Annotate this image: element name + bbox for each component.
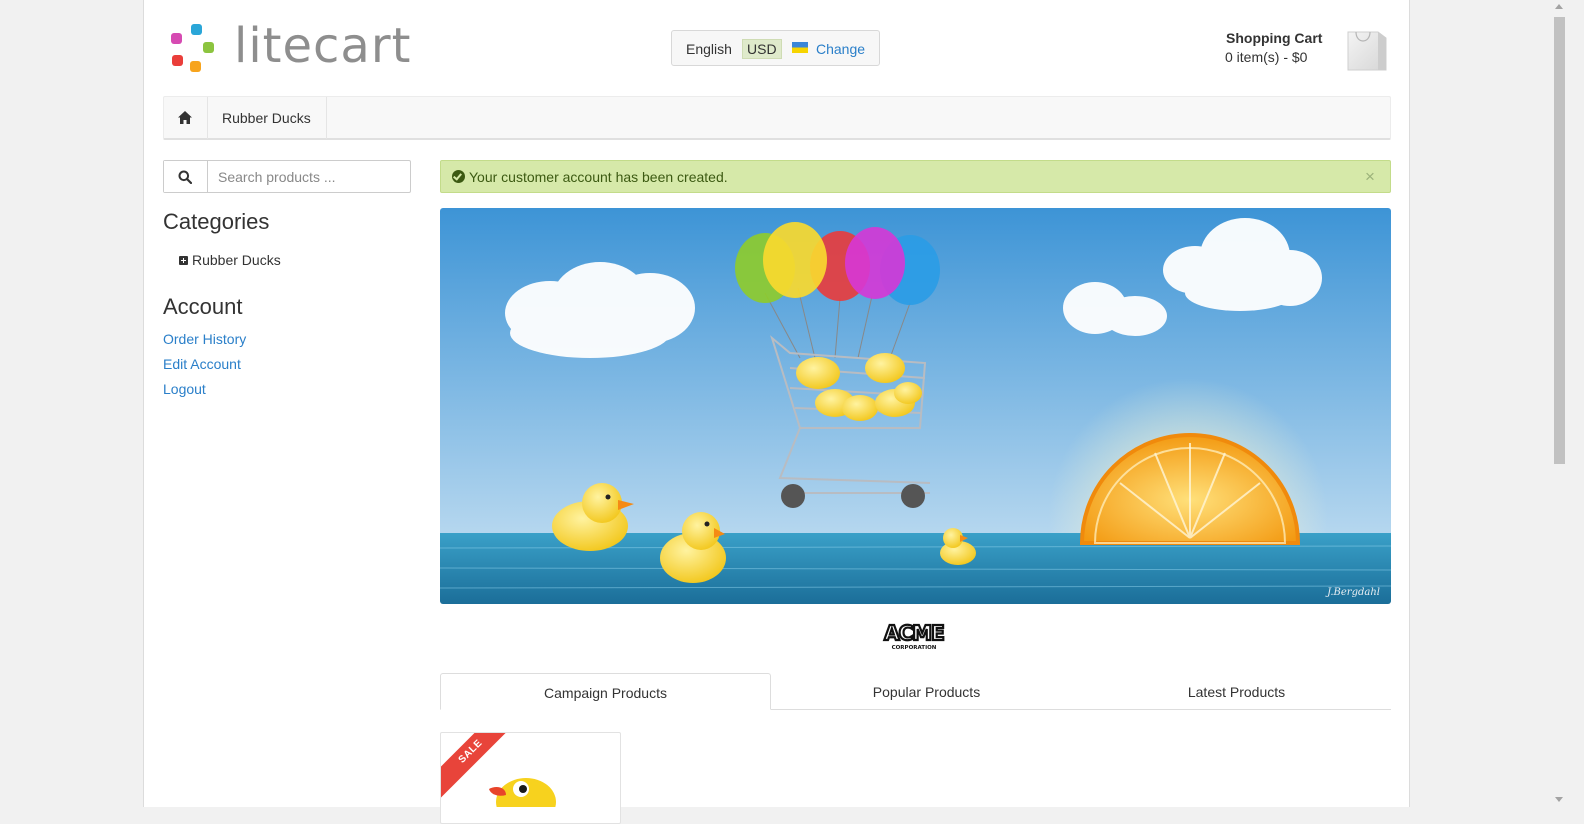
plus-square-icon xyxy=(179,256,188,265)
search-input[interactable] xyxy=(208,161,408,192)
account-heading: Account xyxy=(163,294,243,319)
notice-text: Your customer account has been created. xyxy=(469,169,728,185)
logo-dots-icon xyxy=(171,24,214,72)
shopping-cart[interactable]: Shopping Cart 0 item(s) - $0 xyxy=(1214,28,1394,76)
shopping-bag-icon xyxy=(1347,31,1387,71)
logout-link[interactable]: Logout xyxy=(163,381,206,397)
breadcrumb-home[interactable] xyxy=(164,97,208,139)
scroll-down-arrow-icon[interactable] xyxy=(1555,797,1563,802)
success-notice: Your customer account has been created. … xyxy=(440,160,1391,193)
page-container: litecart English USD Change Shopping Car… xyxy=(143,0,1410,824)
hero-banner[interactable]: J.Bergdahl xyxy=(440,208,1391,604)
cart-summary: 0 item(s) - $0 xyxy=(1225,49,1308,65)
logo-text: litecart xyxy=(234,18,412,74)
tab-latest-products[interactable]: Latest Products xyxy=(1082,673,1391,710)
scrollbar-thumb[interactable] xyxy=(1554,17,1565,464)
edit-account-link[interactable]: Edit Account xyxy=(163,356,241,372)
product-card[interactable]: SALE xyxy=(440,732,621,824)
scroll-up-arrow-icon[interactable] xyxy=(1555,4,1563,9)
category-rubber-ducks[interactable]: Rubber Ducks xyxy=(179,252,281,268)
acme-brand-logo[interactable]: ACME CORPORATION xyxy=(879,620,949,651)
acme-logo-icon: ACME CORPORATION xyxy=(883,620,946,651)
svg-text:ACME: ACME xyxy=(884,621,944,645)
product-duck-image xyxy=(489,778,556,807)
language-label: English xyxy=(686,41,732,57)
search-icon xyxy=(178,170,192,184)
product-tabs: Campaign Products Popular Products Lates… xyxy=(440,673,1391,710)
banner-signature: J.Bergdahl xyxy=(1325,587,1380,598)
change-region-link[interactable]: Change xyxy=(816,41,865,57)
search-button[interactable] xyxy=(164,161,208,192)
currency-label: USD xyxy=(742,39,782,59)
close-notice-button[interactable]: × xyxy=(1365,167,1375,187)
check-circle-icon xyxy=(452,170,465,183)
flag-icon xyxy=(792,42,808,53)
svg-text:CORPORATION: CORPORATION xyxy=(892,645,937,651)
cart-title: Shopping Cart xyxy=(1226,30,1323,46)
region-selector: English USD Change xyxy=(671,30,880,66)
tab-popular-products[interactable]: Popular Products xyxy=(771,673,1082,710)
banner-illustration: J.Bergdahl xyxy=(440,208,1391,604)
store-logo[interactable]: litecart xyxy=(168,18,413,74)
breadcrumb-rubber-ducks[interactable]: Rubber Ducks xyxy=(207,97,327,139)
vertical-scrollbar[interactable] xyxy=(1551,0,1568,807)
tab-campaign-products[interactable]: Campaign Products xyxy=(440,673,771,710)
search-form xyxy=(163,160,411,193)
home-icon xyxy=(178,111,192,124)
category-label: Rubber Ducks xyxy=(192,252,281,268)
breadcrumb: Rubber Ducks xyxy=(163,96,1391,140)
categories-heading: Categories xyxy=(163,209,270,234)
order-history-link[interactable]: Order History xyxy=(163,331,246,347)
